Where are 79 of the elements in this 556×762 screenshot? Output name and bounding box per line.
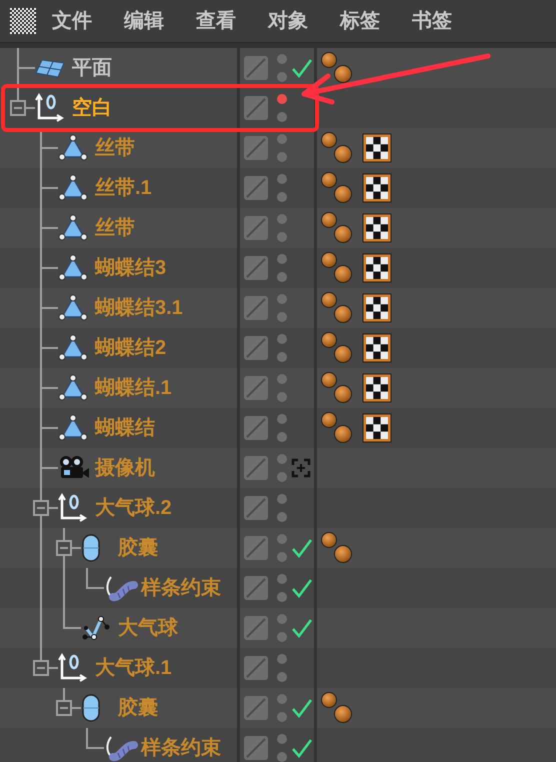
- layer-icon[interactable]: [244, 496, 268, 520]
- layer-icon[interactable]: [244, 176, 268, 200]
- menu-item[interactable]: 书签: [411, 11, 483, 31]
- texture-tag-icon[interactable]: [362, 133, 392, 163]
- triangle-icon: [58, 294, 88, 322]
- check-icon[interactable]: [291, 578, 313, 598]
- object-name[interactable]: 样条约束: [141, 576, 221, 600]
- object-name[interactable]: 蝴蝶结: [95, 416, 155, 440]
- spline-icon: [81, 613, 111, 643]
- menu-item[interactable]: 文件: [51, 11, 123, 31]
- object-name[interactable]: 蝴蝶结.1: [95, 376, 172, 400]
- check-icon[interactable]: [291, 618, 313, 638]
- layer-icon[interactable]: [244, 656, 268, 680]
- triangle-icon: [58, 134, 88, 162]
- texture-tag-icon[interactable]: [362, 413, 392, 443]
- collapse-toggle[interactable]: [56, 700, 72, 716]
- layer-icon[interactable]: [244, 576, 268, 600]
- object-name[interactable]: 空白: [72, 96, 112, 120]
- triangle-icon: [58, 254, 88, 282]
- layer-icon[interactable]: [244, 616, 268, 640]
- collapse-toggle[interactable]: [56, 540, 72, 556]
- menu-item[interactable]: 标签: [339, 11, 411, 31]
- object-name[interactable]: 胶囊: [118, 696, 158, 720]
- object-name[interactable]: 大气球: [118, 616, 178, 640]
- menu-item[interactable]: 编辑: [123, 11, 195, 31]
- layer-icon[interactable]: [244, 256, 268, 280]
- layer-icon[interactable]: [244, 336, 268, 360]
- object-name[interactable]: 丝带: [95, 216, 135, 240]
- object-name[interactable]: 大气球.1: [95, 656, 172, 680]
- check-icon[interactable]: [291, 738, 313, 758]
- layer-icon[interactable]: [244, 216, 268, 240]
- layer-icon[interactable]: [244, 296, 268, 320]
- object-name[interactable]: 平面: [72, 56, 112, 80]
- object-name[interactable]: 蝴蝶结3: [95, 256, 166, 280]
- texture-icon[interactable]: [10, 8, 36, 34]
- menu-item[interactable]: 查看: [195, 11, 267, 31]
- collapse-toggle[interactable]: [33, 660, 49, 676]
- focus-icon[interactable]: [291, 458, 311, 478]
- object-name[interactable]: 丝带.1: [95, 176, 152, 200]
- object-name[interactable]: 大气球.2: [95, 496, 172, 520]
- layer-icon[interactable]: [244, 696, 268, 720]
- layer-icon[interactable]: [244, 416, 268, 440]
- object-name[interactable]: 蝴蝶结2: [95, 336, 166, 360]
- plane-icon: [35, 57, 65, 79]
- menu-item[interactable]: 对象: [267, 11, 339, 31]
- layer-icon[interactable]: [244, 136, 268, 160]
- capsule-icon: [81, 693, 101, 723]
- null-object-icon: [35, 93, 65, 123]
- layer-icon[interactable]: [244, 56, 268, 80]
- check-icon[interactable]: [291, 538, 313, 558]
- layer-icon[interactable]: [244, 96, 268, 120]
- null-object-icon: [58, 493, 88, 523]
- triangle-icon: [58, 334, 88, 362]
- triangle-icon: [58, 374, 88, 402]
- texture-tag-icon[interactable]: [362, 213, 392, 243]
- collapse-toggle[interactable]: [33, 500, 49, 516]
- camera-icon: [58, 455, 90, 481]
- texture-tag-icon[interactable]: [362, 253, 392, 283]
- check-icon[interactable]: [291, 58, 313, 78]
- object-name[interactable]: 蝴蝶结3.1: [95, 296, 183, 320]
- texture-tag-icon[interactable]: [362, 373, 392, 403]
- texture-tag-icon[interactable]: [362, 173, 392, 203]
- null-object-icon: [58, 653, 88, 683]
- layer-icon[interactable]: [244, 456, 268, 480]
- layer-icon[interactable]: [244, 536, 268, 560]
- triangle-icon: [58, 414, 88, 442]
- object-name[interactable]: 样条约束: [141, 736, 221, 760]
- triangle-icon: [58, 214, 88, 242]
- check-icon[interactable]: [291, 698, 313, 718]
- layer-icon[interactable]: [244, 376, 268, 400]
- texture-tag-icon[interactable]: [362, 293, 392, 323]
- capsule-icon: [81, 533, 101, 563]
- collapse-toggle[interactable]: [10, 100, 26, 116]
- object-name[interactable]: 丝带: [95, 136, 135, 160]
- layer-icon[interactable]: [244, 736, 268, 760]
- object-name[interactable]: 胶囊: [118, 536, 158, 560]
- texture-tag-icon[interactable]: [362, 333, 392, 363]
- triangle-icon: [58, 174, 88, 202]
- object-name[interactable]: 摄像机: [95, 456, 155, 480]
